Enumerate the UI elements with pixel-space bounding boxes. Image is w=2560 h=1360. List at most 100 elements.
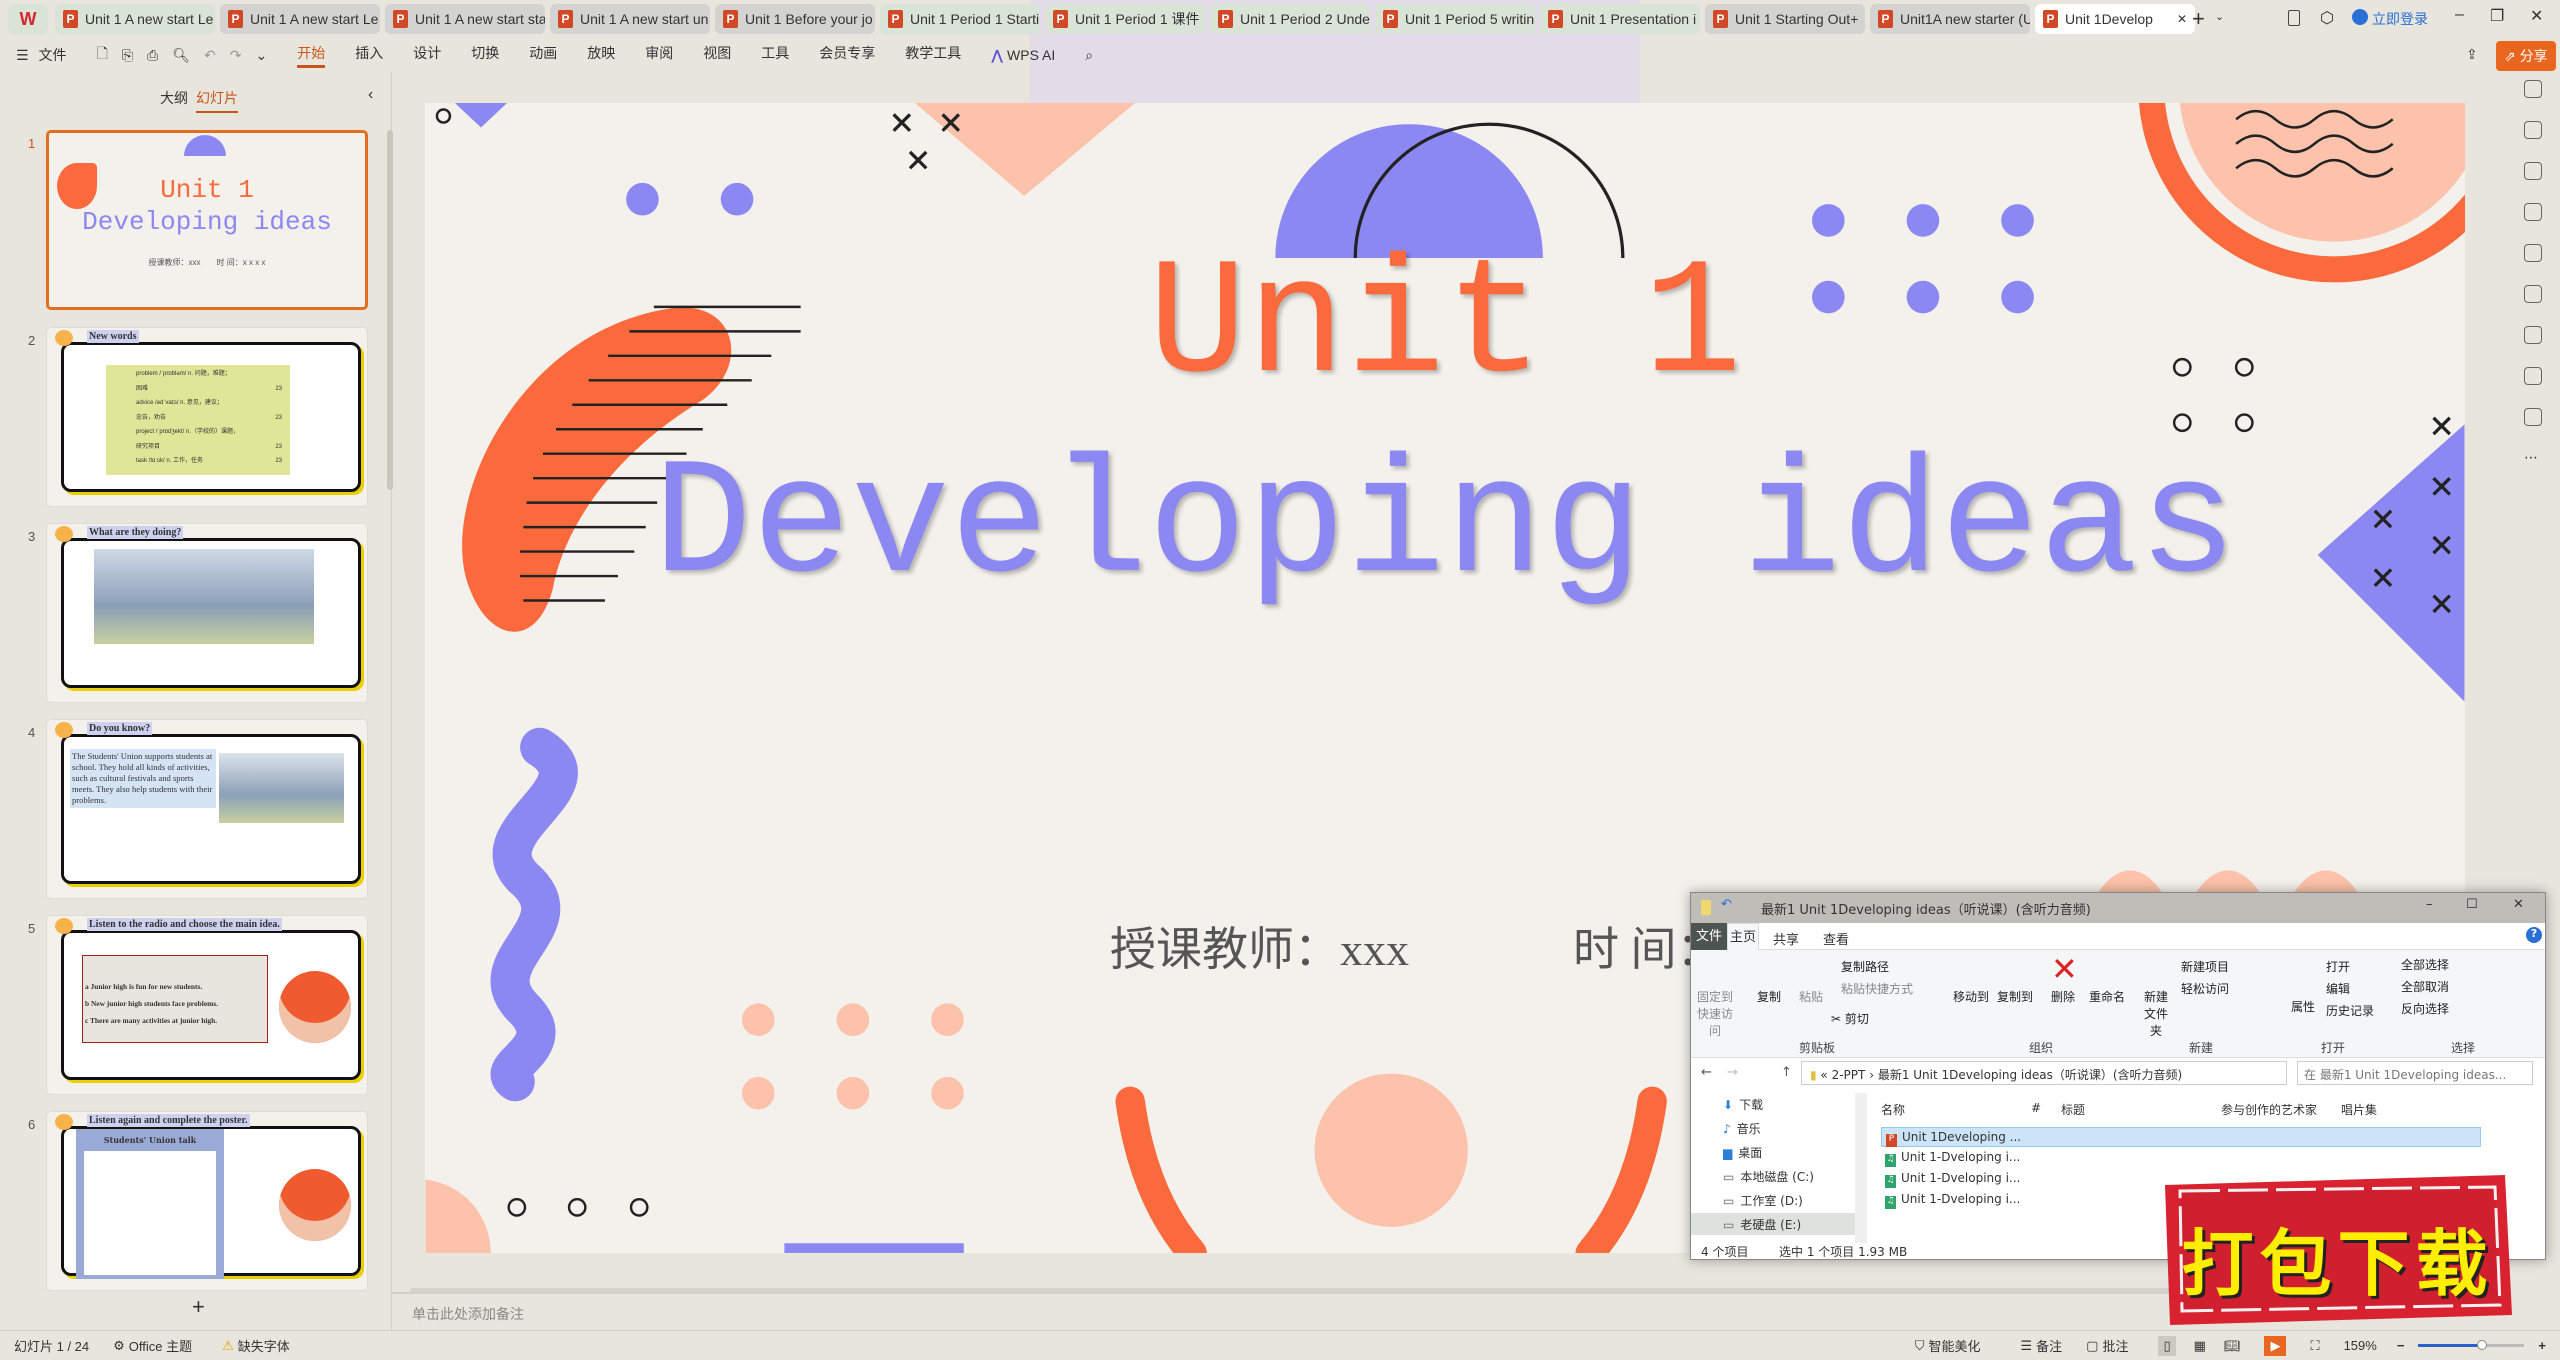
zoom-slider[interactable]	[2418, 1340, 2525, 1350]
document-tab[interactable]: P Unit 1 Presentation i	[1540, 4, 1700, 34]
slide-subtitle[interactable]: Developing ideas	[425, 433, 2465, 620]
new-tab-button[interactable]: +	[2192, 6, 2205, 32]
move-to-button[interactable]: 移动到	[1953, 988, 1989, 1005]
select-all-button[interactable]: 全部选择	[2401, 956, 2449, 973]
scissors-icon[interactable]	[2524, 285, 2542, 303]
nav-item[interactable]: ♪ 音乐	[1691, 1117, 1855, 1139]
column-header[interactable]: #	[2031, 1101, 2041, 1115]
document-tab[interactable]: P Unit 1 Period 1 课件	[1045, 4, 1205, 34]
copy-icon[interactable]	[2524, 203, 2542, 221]
slide-title[interactable]: Unit 1	[425, 233, 2465, 420]
document-tab[interactable]: P Unit 1 A new start sta	[385, 4, 545, 34]
breadcrumb-item[interactable]: 最新1 Unit 1Developing ideas（听说课）(含听力音频)	[1878, 1068, 2182, 1082]
column-header[interactable]: 名称	[1881, 1101, 1905, 1118]
back-button[interactable]: ←	[1701, 1065, 1712, 1080]
zoom-slider-handle[interactable]	[2477, 1340, 2487, 1350]
slide-thumbnail[interactable]: Unit 1 Developing ideas 授课教师：xxx 时 间：x x x…	[46, 130, 368, 310]
new-folder-button[interactable]: 新建文件夹	[2141, 988, 2171, 1039]
nav-item[interactable]: ▭ 本地磁盘 (C:)	[1691, 1165, 1855, 1187]
file-row[interactable]: P Unit 1Developing ...	[1881, 1127, 2481, 1147]
forward-button[interactable]: →	[1727, 1065, 1738, 1080]
search-icon[interactable]: ⌕	[1085, 47, 1093, 64]
redo-icon[interactable]: ↷	[230, 47, 242, 64]
open-button[interactable]: 打开	[2326, 958, 2350, 975]
paste-button[interactable]: 粘贴	[1799, 988, 1823, 1005]
ribbon-tab[interactable]: 放映	[587, 43, 615, 68]
new-item-button[interactable]: 新建项目	[2181, 958, 2229, 975]
cloud-upload-icon[interactable]: ⇪	[2466, 46, 2478, 63]
document-tab[interactable]: P Unit 1 Before your jo	[715, 4, 875, 34]
ribbon-tab[interactable]: 插入	[355, 43, 383, 68]
preview-icon[interactable]: 🔍︎	[172, 47, 190, 64]
nav-item[interactable]: ▭ 工作室 (D:)	[1691, 1189, 1855, 1211]
tablet-icon[interactable]	[2288, 10, 2300, 26]
document-tab[interactable]: P Unit 1 Period 5 writin	[1375, 4, 1535, 34]
properties-button[interactable]: 属性	[2291, 998, 2315, 1015]
column-header[interactable]: 唱片集	[2341, 1101, 2377, 1118]
nav-item[interactable]: ▭ 老硬盘 (E:)	[1691, 1213, 1855, 1235]
magic-icon[interactable]	[2524, 244, 2542, 262]
tab-home[interactable]: 主页	[1727, 923, 1759, 951]
copy-button[interactable]: 复制	[1757, 988, 1781, 1005]
invert-selection-button[interactable]: 反向选择	[2401, 1000, 2449, 1017]
add-slide-button[interactable]: +	[192, 1294, 205, 1320]
pin-quick-access-button[interactable]: 固定到快速访问	[1695, 988, 1735, 1039]
search-input[interactable]: 在 最新1 Unit 1Developing ideas...	[2297, 1061, 2533, 1085]
theme-label[interactable]: Office 主题	[129, 1336, 192, 1355]
file-row[interactable]: ♫ Unit 1-Dveloping i...	[1881, 1190, 2041, 1210]
document-tab[interactable]: P Unit 1Develop ✕	[2035, 4, 2195, 34]
zoom-out-button[interactable]: −	[2397, 1338, 2405, 1353]
ribbon-tab[interactable]: 设计	[413, 43, 441, 68]
grid-view-button[interactable]: ▦	[2194, 1338, 2206, 1354]
document-tab[interactable]: P Unit 1 Period 1 Starti	[880, 4, 1040, 34]
slide-thumbnail[interactable]: New words problem /ˈprɒbləm/ n. 问题，难题； 困难 2…	[46, 327, 368, 507]
easy-access-button[interactable]: 轻松访问	[2181, 980, 2229, 997]
book-icon[interactable]	[2524, 326, 2542, 344]
tab-file[interactable]: 文件	[1691, 923, 1727, 950]
document-tab[interactable]: P Unit 1 Period 2 Unde	[1210, 4, 1370, 34]
ribbon-tab[interactable]: 动画	[529, 43, 557, 68]
rename-button[interactable]: 重命名	[2089, 988, 2125, 1005]
edit-button[interactable]: 编辑	[2326, 980, 2350, 997]
save-icon[interactable]: 🗋	[97, 43, 108, 67]
select-none-button[interactable]: 全部取消	[2401, 978, 2449, 995]
slide-thumbnail[interactable]: What are they doing?	[46, 523, 368, 703]
file-row[interactable]: ♫ Unit 1-Dveloping i...	[1881, 1148, 2041, 1168]
play-button[interactable]: ▶	[2264, 1335, 2287, 1356]
close-button[interactable]: ✕	[2513, 897, 2524, 912]
maximize-button[interactable]: ❐	[2490, 6, 2504, 26]
tools-icon[interactable]	[2524, 121, 2542, 139]
settings-icon[interactable]	[2524, 80, 2542, 98]
undo-icon[interactable]: ↶	[204, 47, 216, 64]
ribbon-tab[interactable]: 工具	[761, 43, 789, 68]
zoom-in-button[interactable]: +	[2538, 1338, 2546, 1353]
document-tab[interactable]: P Unit 1 A new start Le	[55, 4, 215, 34]
address-bar[interactable]: ▮ « 2-PPT › 最新1 Unit 1Developing ideas（听…	[1801, 1061, 2287, 1085]
slide-thumbnail[interactable]: Listen again and complete the poster. Stu…	[46, 1111, 368, 1291]
tab-outline[interactable]: 大纲	[160, 88, 188, 108]
panel-scrollbar[interactable]	[387, 130, 393, 490]
menu-icon[interactable]: ☰	[16, 47, 29, 64]
beautify-button[interactable]: 智能美化	[1928, 1336, 1980, 1355]
comments-button[interactable]: 批注	[2102, 1336, 2128, 1355]
share-icon[interactable]	[2524, 367, 2542, 385]
cube-icon[interactable]: ⬡	[2320, 8, 2334, 28]
ribbon-tab[interactable]: 切换	[471, 43, 499, 68]
print-icon[interactable]: ⎙	[147, 47, 158, 64]
ribbon-tab[interactable]: 视图	[703, 43, 731, 68]
more-chevron-icon[interactable]: ⌄	[255, 47, 267, 64]
document-tab[interactable]: P Unit 1 A new start un	[550, 4, 710, 34]
collapse-panel-icon[interactable]: ‹	[368, 86, 373, 104]
column-header[interactable]: 标题	[2061, 1101, 2085, 1118]
more-icon[interactable]: ⋯	[2524, 449, 2542, 467]
teacher-label[interactable]: 授课教师：xxx	[1110, 913, 1409, 979]
ribbon-tab[interactable]: 会员专享	[819, 43, 875, 68]
wps-ai-button[interactable]: WPS AI	[1007, 47, 1055, 63]
breadcrumb-item[interactable]: 2-PPT	[1832, 1068, 1866, 1082]
close-tab-icon[interactable]: ✕	[2170, 12, 2187, 26]
ribbon-tab[interactable]: 审阅	[645, 43, 673, 68]
ribbon-tab[interactable]: 教学工具	[905, 43, 961, 68]
minimize-button[interactable]: –	[2426, 897, 2433, 912]
undo-icon[interactable]: ↶	[1721, 897, 1732, 912]
help-icon[interactable]	[2524, 408, 2542, 426]
